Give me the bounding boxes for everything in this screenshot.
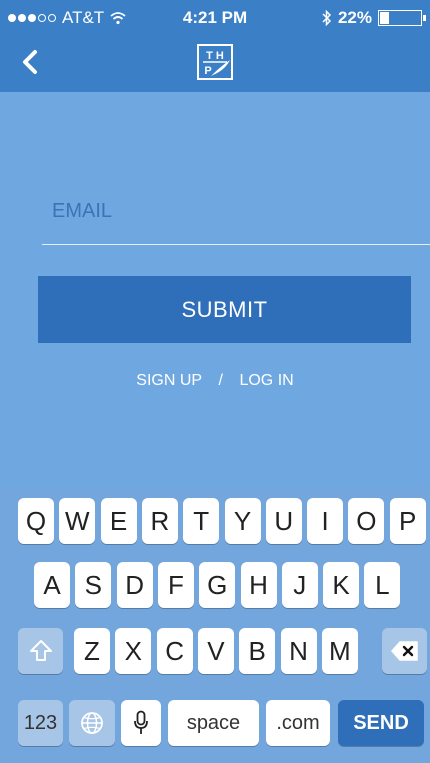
log-in-link[interactable]: LOG IN (239, 372, 293, 389)
key-s[interactable]: S (75, 562, 112, 608)
backspace-key[interactable] (382, 628, 427, 674)
key-q[interactable]: Q (18, 498, 54, 544)
status-right: 22% (322, 8, 426, 28)
key-p[interactable]: P (389, 498, 426, 544)
chevron-left-icon[interactable] (16, 46, 46, 78)
email-field-wrapper (42, 190, 430, 245)
key-b[interactable]: B (239, 628, 276, 674)
sign-up-link[interactable]: SIGN UP (136, 372, 202, 389)
key-v[interactable]: V (197, 628, 234, 674)
key-e[interactable]: E (100, 498, 137, 544)
key-a[interactable]: A (34, 562, 70, 608)
submit-button[interactable]: SUBMIT (38, 276, 411, 343)
key-d[interactable]: D (116, 562, 153, 608)
key-r[interactable]: R (141, 498, 178, 544)
key-c[interactable]: C (156, 628, 193, 674)
dot-com-key[interactable]: .com (266, 700, 330, 746)
auth-links: SIGN UP / LOG IN (0, 372, 430, 390)
email-input[interactable] (42, 190, 430, 233)
battery-percent: 22% (337, 8, 372, 27)
key-t[interactable]: T (183, 498, 220, 544)
globe-key[interactable] (69, 700, 115, 746)
shift-arrow-icon (29, 640, 52, 661)
status-bar: AT&T 4:21 PM 22% (0, 0, 430, 34)
key-g[interactable]: G (199, 562, 236, 608)
microphone-icon (134, 710, 148, 734)
svg-text:P: P (204, 65, 211, 77)
key-o[interactable]: O (348, 498, 385, 544)
battery-icon (378, 10, 426, 26)
key-i[interactable]: I (307, 498, 344, 544)
thp-quill-logo-icon: T H P (197, 44, 233, 80)
backspace-icon (390, 641, 418, 661)
key-h[interactable]: H (240, 562, 277, 608)
send-key[interactable]: SEND (338, 700, 424, 746)
microphone-key[interactable] (121, 700, 161, 746)
key-z[interactable]: Z (74, 628, 110, 674)
key-w[interactable]: W (59, 498, 96, 544)
key-k[interactable]: K (323, 562, 360, 608)
space-key[interactable]: space (168, 700, 259, 746)
svg-text:T H: T H (206, 50, 224, 62)
key-u[interactable]: U (265, 498, 302, 544)
numbers-key[interactable]: 123 (18, 700, 63, 746)
link-separator: / (218, 372, 223, 389)
bluetooth-icon (322, 10, 332, 26)
key-j[interactable]: J (281, 562, 318, 608)
key-n[interactable]: N (280, 628, 317, 674)
globe-icon (81, 712, 103, 734)
keyboard: 123 space .com SEND QWERTYUIOP ASDFGHJKL Z… (0, 486, 430, 763)
key-m[interactable]: M (321, 628, 358, 674)
key-f[interactable]: F (157, 562, 194, 608)
key-x[interactable]: X (115, 628, 152, 674)
key-l[interactable]: L (364, 562, 401, 608)
shift-key[interactable] (18, 628, 63, 674)
key-y[interactable]: Y (224, 498, 261, 544)
